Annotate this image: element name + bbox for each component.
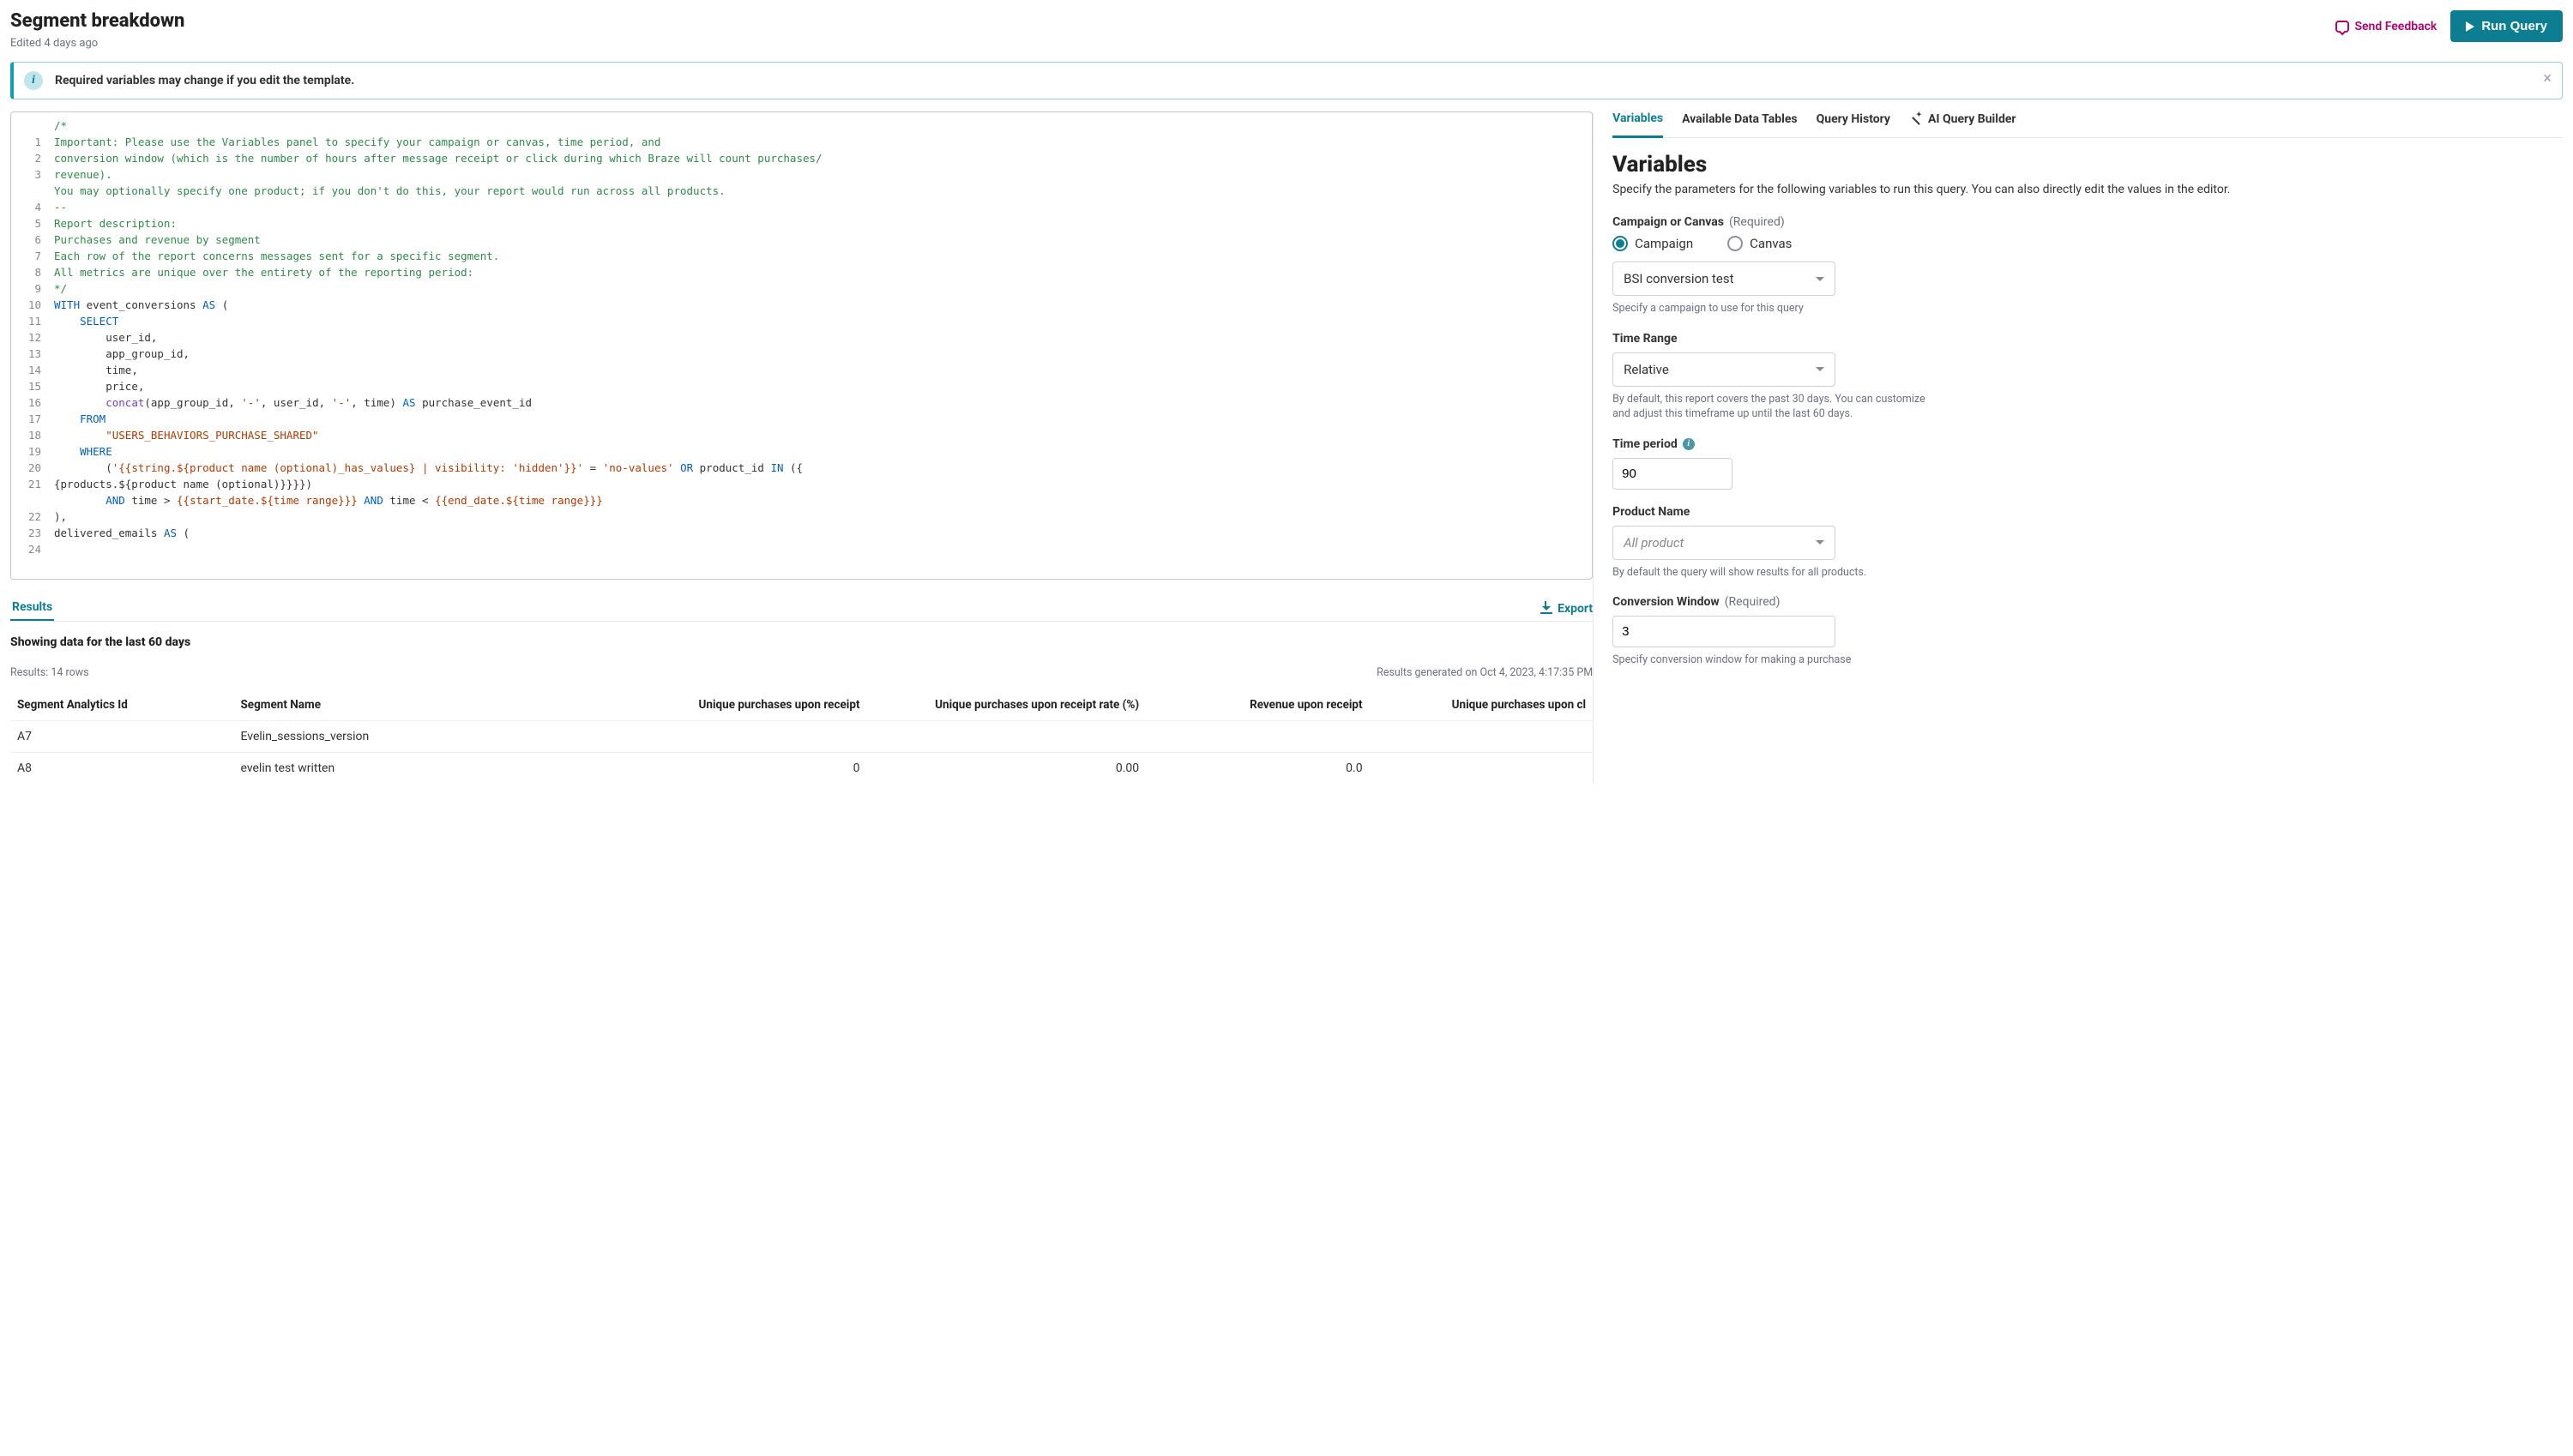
time-period-input[interactable] (1612, 458, 1732, 490)
col-unique-purchases-receipt[interactable]: Unique purchases upon receipt (606, 689, 867, 721)
variables-title: Variables (1612, 152, 2563, 177)
campaign-select[interactable]: BSI conversion test (1612, 262, 1835, 296)
help-product-name: By default the query will show results f… (1612, 565, 2563, 581)
help-campaign: Specify a campaign to use for this query (1612, 301, 2563, 316)
label-conversion-window: Conversion Window (Required) (1612, 595, 2563, 609)
conversion-window-input[interactable] (1612, 616, 1835, 647)
radio-campaign[interactable]: Campaign (1612, 236, 1693, 251)
chevron-down-icon (1816, 277, 1824, 281)
results-generated-at: Results generated on Oct 4, 2023, 4:17:3… (1377, 666, 1593, 679)
sql-editor[interactable]: 123 456789101112131415161718192021 22232… (10, 111, 1593, 580)
col-unique-purchases-receipt-rate[interactable]: Unique purchases upon receipt rate (%) (867, 689, 1147, 721)
col-segment-id[interactable]: Segment Analytics Id (10, 689, 233, 721)
table-row[interactable]: A8 evelin test written 0 0.00 0.0 (10, 753, 1593, 785)
page-title: Segment breakdown (10, 10, 184, 32)
help-conversion-window: Specify conversion window for making a p… (1612, 653, 2563, 668)
right-panel-tabs: Variables Available Data Tables Query Hi… (1612, 111, 2563, 138)
export-label: Export (1558, 602, 1593, 616)
info-banner: i Required variables may change if you e… (10, 62, 2563, 99)
info-icon[interactable]: i (1683, 438, 1695, 450)
help-time-range: By default, this report covers the past … (1612, 392, 1938, 422)
info-icon: i (24, 71, 43, 90)
banner-text: Required variables may change if you edi… (55, 74, 354, 87)
tab-query-history[interactable]: Query History (1817, 111, 1890, 137)
feedback-icon (2335, 21, 2349, 33)
editor-gutter: 123 456789101112131415161718192021 22232… (11, 112, 49, 579)
label-time-period: Time period i (1612, 437, 2563, 451)
results-table: Segment Analytics Id Segment Name Unique… (10, 689, 1593, 784)
variables-desc: Specify the parameters for the following… (1612, 181, 2563, 198)
tab-results[interactable]: Results (10, 595, 54, 622)
showing-range: Showing data for the last 60 days (10, 635, 1593, 649)
radio-canvas[interactable]: Canvas (1727, 236, 1792, 251)
col-unique-purchases-click[interactable]: Unique purchases upon cl (1370, 689, 1594, 721)
col-revenue-receipt[interactable]: Revenue upon receipt (1146, 689, 1369, 721)
col-segment-name[interactable]: Segment Name (233, 689, 606, 721)
run-query-button[interactable]: Run Query (2450, 10, 2563, 42)
send-feedback-link[interactable]: Send Feedback (2335, 20, 2437, 33)
product-name-select[interactable]: All product (1612, 526, 1835, 560)
table-header-row: Segment Analytics Id Segment Name Unique… (10, 689, 1593, 721)
label-time-range: Time Range (1612, 332, 2563, 346)
editor-code[interactable]: /* Important: Please use the Variables p… (49, 112, 1592, 579)
download-icon (1540, 604, 1552, 614)
play-icon (2466, 21, 2474, 32)
label-campaign-or-canvas: Campaign or Canvas (Required) (1612, 215, 2563, 229)
wand-icon (1909, 112, 1923, 126)
tab-ai-query-builder[interactable]: AI Query Builder (1909, 111, 2016, 137)
tab-variables[interactable]: Variables (1612, 111, 1663, 138)
edited-timestamp: Edited 4 days ago (10, 37, 184, 50)
feedback-label: Send Feedback (2354, 20, 2437, 33)
run-label: Run Query (2481, 19, 2547, 33)
chevron-down-icon (1816, 540, 1824, 544)
label-product-name: Product Name (1612, 505, 2563, 519)
time-range-select[interactable]: Relative (1612, 352, 1835, 387)
chevron-down-icon (1816, 367, 1824, 371)
table-row[interactable]: A7 Evelin_sessions_version (10, 721, 1593, 753)
results-count: Results: 14 rows (10, 666, 89, 679)
tab-available-data-tables[interactable]: Available Data Tables (1682, 111, 1797, 137)
export-button[interactable]: Export (1540, 602, 1593, 616)
close-icon[interactable]: × (2543, 69, 2552, 87)
